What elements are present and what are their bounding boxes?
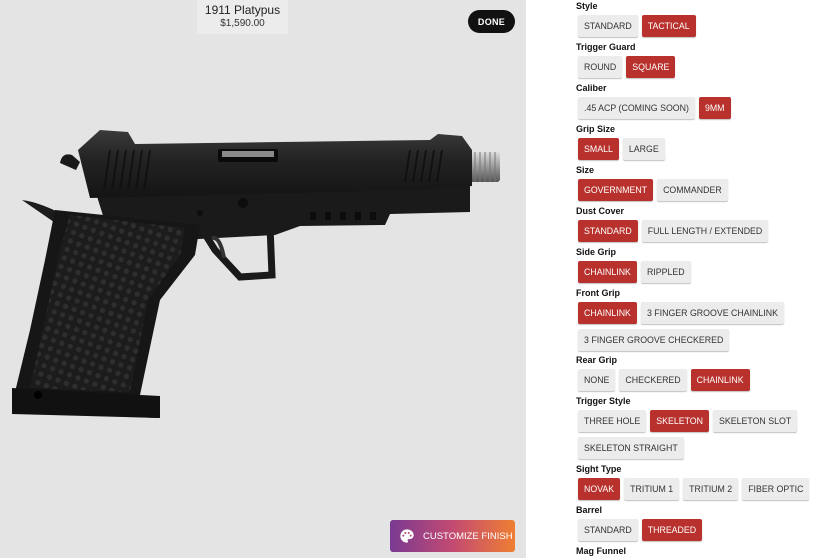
barrel-options: STANDARD THREADED xyxy=(578,519,703,541)
style-option-tactical[interactable]: TACTICAL xyxy=(641,15,696,37)
sight-type-option-fiber-optic[interactable]: FIBER OPTIC xyxy=(742,478,810,500)
size-options: GOVERNMENT COMMANDER xyxy=(578,179,728,201)
trigger-style-options: THREE HOLE SKELETON SKELETON SLOT xyxy=(578,410,798,432)
rear-grip-option-checkered[interactable]: CHECKERED xyxy=(619,369,687,391)
trigger-style-option-skeleton[interactable]: SKELETON xyxy=(650,410,709,432)
group-label-sight-type: Sight Type xyxy=(576,464,622,474)
trigger-guard-option-round[interactable]: ROUND xyxy=(578,56,623,78)
trigger-style-option-skeleton-straight[interactable]: SKELETON STRAIGHT xyxy=(578,437,684,459)
rear-grip-option-none[interactable]: NONE xyxy=(578,369,616,391)
group-label-rear-grip: Rear Grip xyxy=(576,355,618,365)
front-grip-option-chainlink[interactable]: CHAINLINK xyxy=(578,302,637,324)
front-grip-option-3-finger-groove-chainlink[interactable]: 3 FINGER GROOVE CHAINLINK xyxy=(640,302,784,324)
trigger-style-option-skeleton-slot[interactable]: SKELETON SLOT xyxy=(713,410,798,432)
group-label-barrel: Barrel xyxy=(576,505,603,515)
group-label-caliber: Caliber xyxy=(576,83,607,93)
caliber-option-45-acp-coming-soon[interactable]: .45 ACP (COMING SOON) xyxy=(578,97,695,119)
group-label-grip-size: Grip Size xyxy=(576,124,616,134)
product-info: 1911 Platypus $1,590.00 xyxy=(197,0,288,34)
palette-icon xyxy=(400,529,414,543)
front-grip-option-3-finger-groove-checkered[interactable]: 3 FINGER GROOVE CHECKERED xyxy=(578,329,730,351)
grip-size-option-small[interactable]: SMALL xyxy=(578,138,619,160)
product-name: 1911 Platypus xyxy=(204,3,281,17)
side-grip-option-rippled[interactable]: RIPPLED xyxy=(640,261,691,283)
configurator-screen: { "product": { "name": "1911 Platypus", … xyxy=(0,0,839,558)
size-option-government[interactable]: GOVERNMENT xyxy=(578,179,654,201)
side-grip-option-chainlink[interactable]: CHAINLINK xyxy=(578,261,637,283)
group-label-side-grip: Side Grip xyxy=(576,247,617,257)
dust-cover-options: STANDARD FULL LENGTH / EXTENDED xyxy=(578,220,769,242)
trigger-guard-option-square[interactable]: SQUARE xyxy=(626,56,676,78)
group-label-trigger-style: Trigger Style xyxy=(576,396,631,406)
sight-type-option-tritium-2[interactable]: TRITIUM 2 xyxy=(683,478,739,500)
size-option-commander[interactable]: COMMANDER xyxy=(657,179,728,201)
style-options: STANDARD TACTICAL xyxy=(578,15,696,37)
sight-type-options: NOVAK TRITIUM 1 TRITIUM 2 FIBER OPTIC xyxy=(578,478,810,500)
sight-type-option-novak[interactable]: NOVAK xyxy=(578,478,621,500)
dust-cover-option-standard[interactable]: STANDARD xyxy=(578,220,638,242)
group-label-style: Style xyxy=(576,1,598,11)
caliber-options: .45 ACP (COMING SOON) 9MM xyxy=(578,97,731,119)
front-grip-options: 3 FINGER GROOVE CHECKERED xyxy=(578,329,730,351)
dust-cover-option-full-length-extended[interactable]: FULL LENGTH / EXTENDED xyxy=(641,220,769,242)
group-label-size: Size xyxy=(576,165,595,175)
sight-type-option-tritium-1[interactable]: TRITIUM 1 xyxy=(624,478,680,500)
trigger-guard-options: ROUND SQUARE xyxy=(578,56,676,78)
group-label-front-grip: Front Grip xyxy=(576,288,620,298)
barrel-option-standard[interactable]: STANDARD xyxy=(578,519,638,541)
trigger-style-option-three-hole[interactable]: THREE HOLE xyxy=(578,410,647,432)
rear-grip-options: NONE CHECKERED CHAINLINK xyxy=(578,369,750,391)
product-price: $1,590.00 xyxy=(220,18,265,29)
rear-grip-option-chainlink[interactable]: CHAINLINK xyxy=(690,369,750,391)
style-option-standard[interactable]: STANDARD xyxy=(578,15,638,37)
customize-finish-label: CUSTOMIZE FINISH xyxy=(423,530,513,542)
side-grip-options: CHAINLINK RIPPLED xyxy=(578,261,691,283)
done-button[interactable]: DONE xyxy=(468,10,515,33)
barrel-option-threaded[interactable]: THREADED xyxy=(641,519,703,541)
trigger-style-options: SKELETON STRAIGHT xyxy=(578,437,684,459)
front-grip-options: CHAINLINK 3 FINGER GROOVE CHAINLINK xyxy=(578,302,784,324)
grip-size-option-large[interactable]: LARGE xyxy=(622,138,665,160)
group-label-trigger-guard: Trigger Guard xyxy=(576,42,636,52)
caliber-option-9mm[interactable]: 9MM xyxy=(698,97,731,119)
customize-finish-button[interactable]: CUSTOMIZE FINISH xyxy=(390,520,515,552)
options-panel[interactable]: Style STANDARD TACTICAL Trigger Guard ROUND S… xyxy=(526,0,839,558)
product-preview: 1911 Platypus $1,590.00 DONE CUSTOMIZE F… xyxy=(0,0,526,558)
pistol-image xyxy=(12,130,500,418)
grip-size-options: SMALL LARGE xyxy=(578,138,665,160)
group-label-mag-funnel: Mag Funnel xyxy=(576,546,626,556)
group-label-dust-cover: Dust Cover xyxy=(576,206,625,216)
